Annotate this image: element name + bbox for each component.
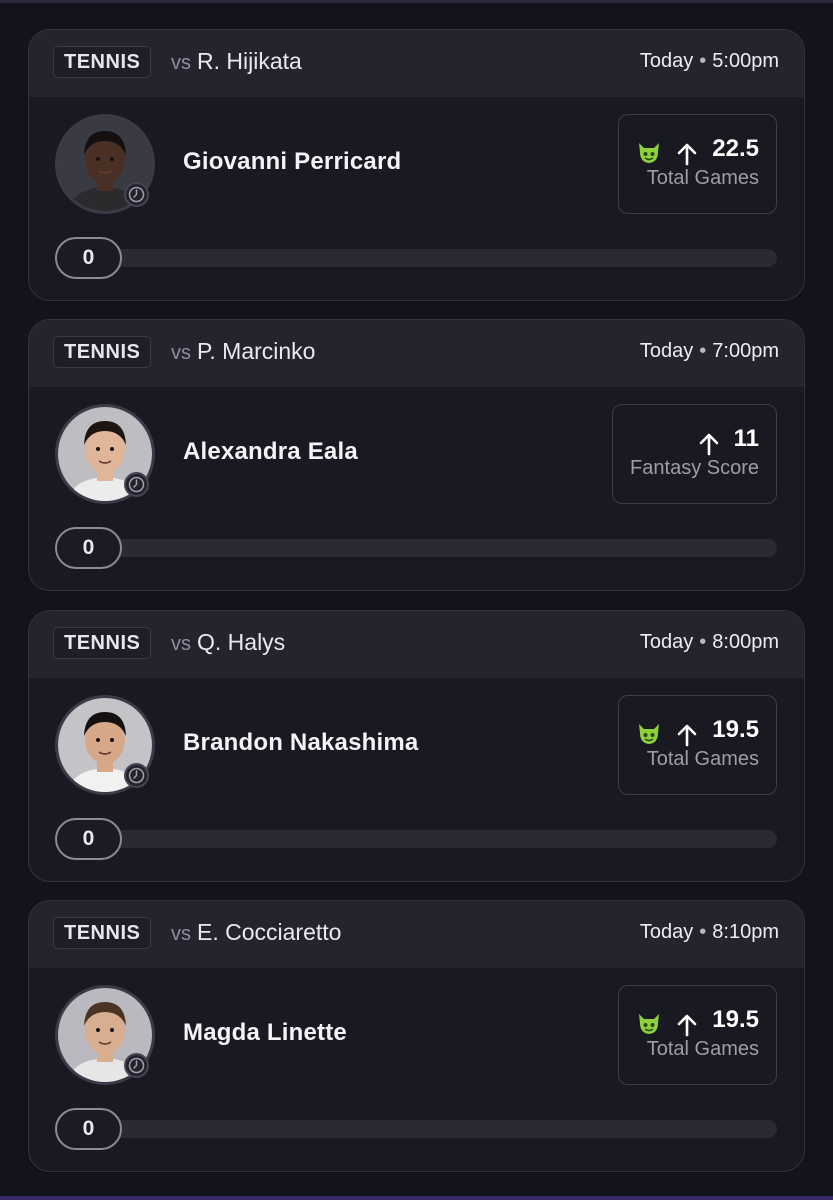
separator-dot: • — [699, 50, 707, 72]
player-name[interactable]: Brandon Nakashima — [183, 729, 418, 757]
line-value: 11 — [733, 425, 759, 452]
bottom-divider — [0, 1196, 833, 1200]
clock-icon — [124, 472, 149, 497]
projection-button[interactable]: 11 Fantasy Score — [612, 404, 777, 504]
separator-dot: • — [699, 340, 707, 362]
separator-dot: • — [699, 631, 707, 653]
sport-badge: TENNIS — [53, 336, 152, 368]
progress-track — [55, 830, 777, 848]
opponent-name: R. Hijikata — [197, 48, 302, 74]
arrow-up-icon — [676, 138, 698, 166]
demon-icon — [636, 718, 662, 745]
progress-value: 0 — [55, 237, 122, 279]
clock-icon — [124, 182, 149, 207]
vs-prefix: vs — [171, 52, 191, 74]
line-value-row: 19.5 — [636, 714, 759, 747]
top-divider — [0, 0, 833, 3]
game-day: Today — [639, 50, 694, 72]
game-time: Today • 8:10pm — [640, 921, 779, 944]
opponent-label: vs R. Hijikata — [171, 48, 302, 75]
arrow-up-icon — [676, 719, 698, 747]
player-name[interactable]: Alexandra Eala — [183, 438, 358, 466]
opponent-name: E. Cocciaretto — [197, 919, 342, 945]
vs-prefix: vs — [171, 633, 191, 655]
opponent-name: P. Marcinko — [197, 338, 316, 364]
game-day: Today — [639, 631, 694, 653]
game-clock-time: 8:00pm — [712, 631, 779, 653]
player-name[interactable]: Giovanni Perricard — [183, 148, 401, 176]
vs-prefix: vs — [171, 342, 191, 364]
projection-button[interactable]: 19.5 Total Games — [618, 695, 777, 795]
line-value-row: 11 — [630, 423, 759, 456]
line-value: 22.5 — [712, 135, 759, 162]
clock-icon — [124, 763, 149, 788]
line-value: 19.5 — [712, 1006, 759, 1033]
stat-label: Total Games — [646, 167, 759, 189]
game-day: Today — [639, 340, 694, 362]
game-clock-time: 5:00pm — [712, 50, 779, 72]
progress-track — [55, 249, 777, 267]
clock-icon — [124, 1053, 149, 1078]
card-header: TENNIS vs Q. Halys Today • 8:00pm — [29, 611, 804, 678]
card-header: TENNIS vs P. Marcinko Today • 7:00pm — [29, 320, 804, 387]
separator-dot: • — [699, 921, 707, 943]
projection-button[interactable]: 22.5 Total Games — [618, 114, 777, 214]
sport-badge: TENNIS — [53, 917, 152, 949]
card-header: TENNIS vs E. Cocciaretto Today • 8:10pm — [29, 901, 804, 968]
game-time: Today • 8:00pm — [640, 631, 779, 654]
sport-badge: TENNIS — [53, 46, 152, 78]
demon-icon — [636, 137, 662, 164]
opponent-label: vs E. Cocciaretto — [171, 919, 341, 946]
stat-label: Total Games — [646, 748, 759, 770]
sport-badge: TENNIS — [53, 627, 152, 659]
progress-track — [55, 539, 777, 557]
opponent-name: Q. Halys — [197, 629, 286, 655]
pick-card[interactable]: TENNIS vs Q. Halys Today • 8:00pm Brandon Naka… — [28, 610, 805, 882]
game-day: Today — [639, 921, 694, 943]
pick-card[interactable]: TENNIS vs P. Marcinko Today • 7:00pm Alexandra… — [28, 319, 805, 591]
pick-card[interactable]: TENNIS vs R. Hijikata Today • 5:00pm Giovanni … — [28, 29, 805, 301]
player-name[interactable]: Magda Linette — [183, 1019, 347, 1047]
projection-button[interactable]: 19.5 Total Games — [618, 985, 777, 1085]
arrow-up-icon — [698, 428, 720, 456]
line-value-row: 22.5 — [636, 133, 759, 166]
game-time: Today • 7:00pm — [640, 340, 779, 363]
game-clock-time: 7:00pm — [712, 340, 779, 362]
opponent-label: vs Q. Halys — [171, 629, 285, 656]
progress-value: 0 — [55, 527, 122, 569]
arrow-up-icon — [676, 1009, 698, 1037]
card-header: TENNIS vs R. Hijikata Today • 5:00pm — [29, 30, 804, 97]
game-clock-time: 8:10pm — [712, 921, 779, 943]
game-time: Today • 5:00pm — [640, 50, 779, 73]
progress-value: 0 — [55, 1108, 122, 1150]
stat-label: Total Games — [646, 1038, 759, 1060]
demon-icon — [636, 1008, 662, 1035]
progress-value: 0 — [55, 818, 122, 860]
line-value: 19.5 — [712, 716, 759, 743]
stat-label: Fantasy Score — [630, 457, 759, 479]
line-value-row: 19.5 — [636, 1004, 759, 1037]
opponent-label: vs P. Marcinko — [171, 338, 315, 365]
progress-track — [55, 1120, 777, 1138]
pick-card[interactable]: TENNIS vs E. Cocciaretto Today • 8:10pm Magda … — [28, 900, 805, 1172]
vs-prefix: vs — [171, 923, 191, 945]
